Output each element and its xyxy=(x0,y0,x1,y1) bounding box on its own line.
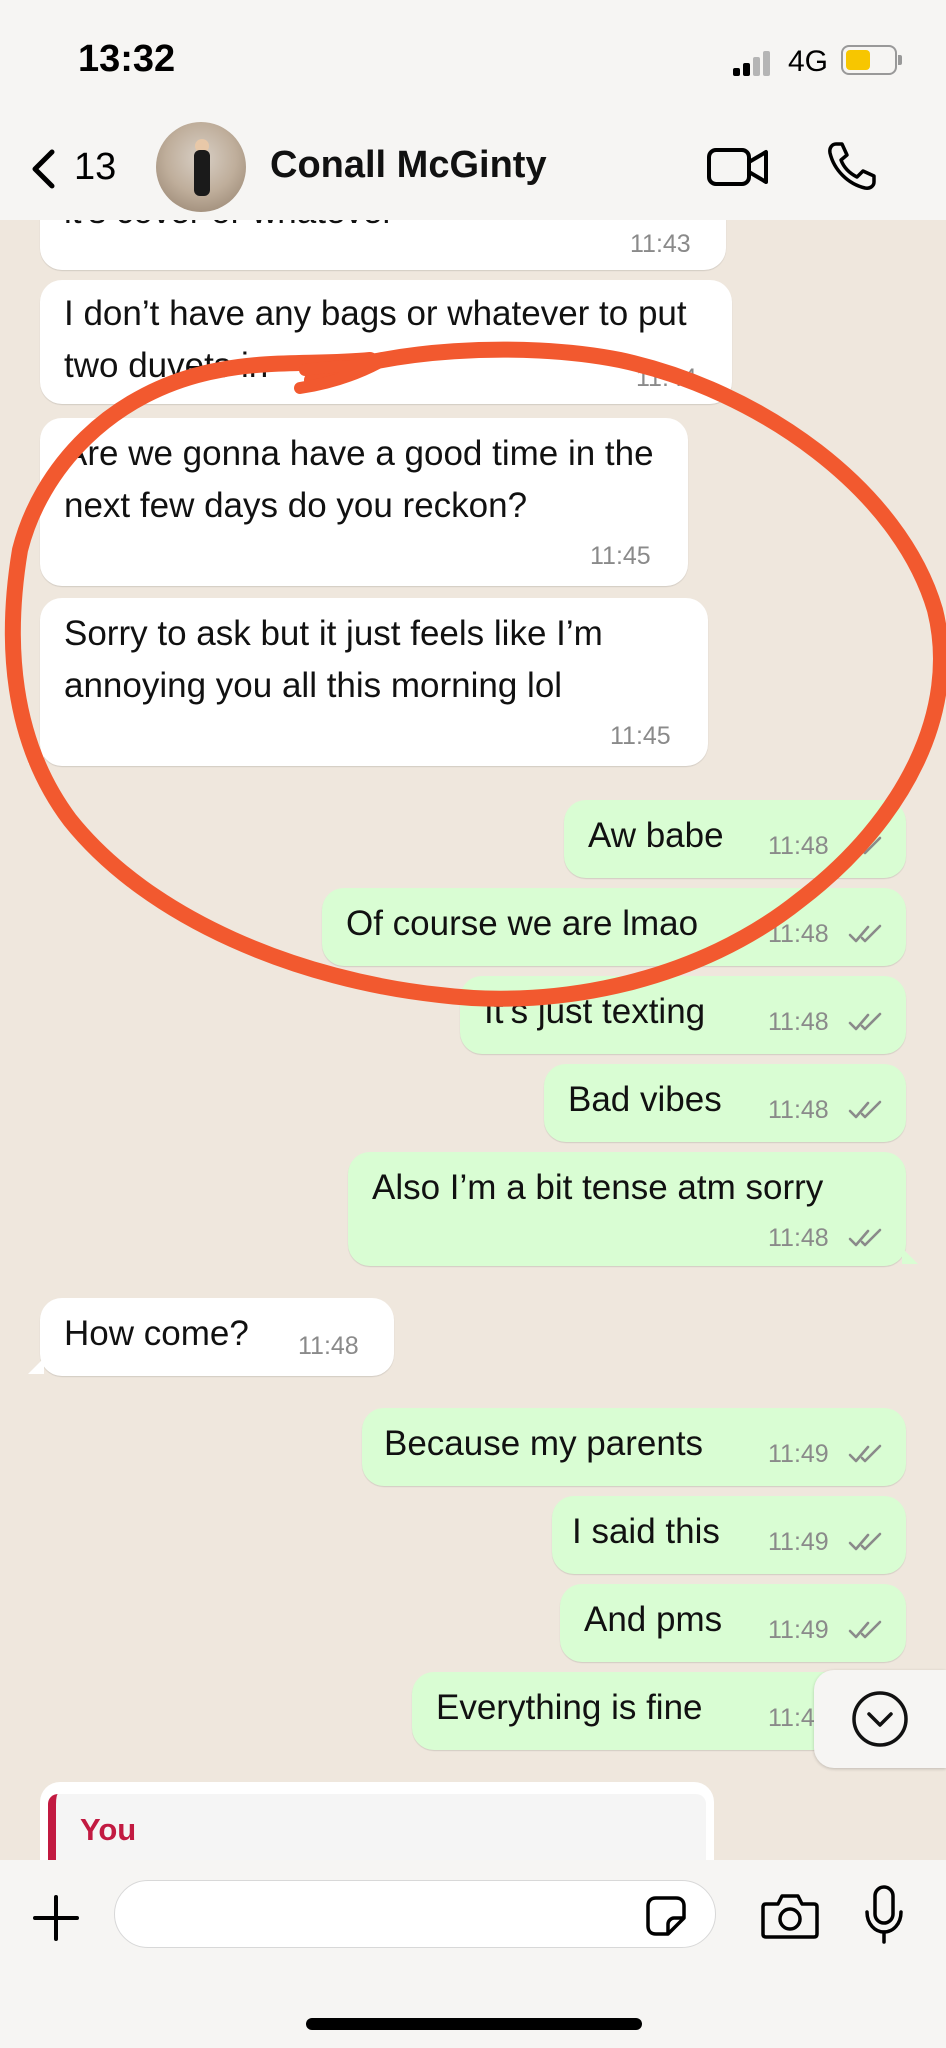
voice-call-button[interactable] xyxy=(824,138,880,194)
message-time: 11:48 xyxy=(768,920,829,948)
sticker-icon xyxy=(646,1896,686,1936)
message-text: I said this xyxy=(572,1512,720,1551)
message-time: 11:48 xyxy=(298,1332,359,1360)
unread-count[interactable]: 13 xyxy=(74,146,116,189)
message-time: 11:49 xyxy=(768,1440,829,1468)
plus-icon xyxy=(33,1895,79,1941)
attach-button[interactable] xyxy=(30,1892,82,1944)
message-text: it’s cover or whatever xyxy=(64,220,394,238)
message-text: Are we gonna have a good time in the nex… xyxy=(64,434,664,525)
voice-message-button[interactable] xyxy=(862,1884,906,1946)
message-text: Everything is fine xyxy=(436,1688,703,1727)
status-time: 13:32 xyxy=(78,38,176,80)
contact-name[interactable]: Conall McGinty xyxy=(270,144,547,187)
message-incoming[interactable]: How come? 11:48 xyxy=(28,1298,394,1376)
message-text: Aw babe xyxy=(588,816,724,855)
mic-icon xyxy=(865,1885,903,1944)
message-time: 11:45 xyxy=(590,542,651,570)
video-call-button[interactable] xyxy=(706,142,770,192)
read-ticks-icon xyxy=(848,1228,882,1247)
message-outgoing[interactable]: Aw babe 11:48 xyxy=(564,800,906,878)
read-ticks-icon xyxy=(848,1444,882,1463)
status-bar: 13:32 4G xyxy=(0,0,946,120)
message-time: 11:48 xyxy=(768,1224,829,1252)
back-chevron-icon xyxy=(32,149,55,189)
scroll-to-bottom-button[interactable] xyxy=(814,1670,946,1768)
signal-icon xyxy=(733,48,773,76)
read-ticks-icon xyxy=(848,1100,882,1119)
message-text: Also I’m a bit tense atm sorry xyxy=(372,1168,824,1207)
back-button[interactable] xyxy=(22,144,72,194)
message-incoming[interactable]: I don’t have any bags or whatever to put… xyxy=(40,280,732,404)
message-outgoing[interactable]: Because my parents 11:49 xyxy=(362,1408,906,1486)
read-ticks-icon xyxy=(848,924,882,943)
message-text: How come? xyxy=(64,1314,249,1353)
quoted-reply: You xyxy=(48,1794,706,1864)
message-time: 11:44 xyxy=(636,364,697,392)
chat-header: 13 Conall McGinty xyxy=(0,120,946,220)
read-ticks-icon xyxy=(848,1532,882,1551)
message-outgoing[interactable]: Bad vibes 11:48 xyxy=(544,1064,906,1142)
message-time: 11:48 xyxy=(768,832,829,860)
message-outgoing[interactable]: I said this 11:49 xyxy=(552,1496,906,1574)
phone-icon xyxy=(828,142,876,190)
avatar[interactable] xyxy=(156,122,246,212)
message-outgoing[interactable]: It’s just texting 11:48 xyxy=(460,976,906,1054)
message-text: And pms xyxy=(584,1600,723,1639)
read-ticks-icon xyxy=(848,836,882,855)
message-time: 11:48 xyxy=(768,1008,829,1036)
message-text: Bad vibes xyxy=(568,1080,722,1119)
bubble-tail xyxy=(28,748,44,764)
read-ticks-icon xyxy=(848,1620,882,1639)
video-call-icon xyxy=(707,148,768,186)
home-indicator xyxy=(306,2018,642,2030)
message-time: 11:48 xyxy=(768,1096,829,1124)
message-input[interactable] xyxy=(114,1880,716,1948)
composer-bar xyxy=(0,1860,946,2048)
reply-sender: You xyxy=(80,1812,137,1847)
bubble-tail xyxy=(28,1358,44,1374)
message-time: 11:49 xyxy=(768,1616,829,1644)
camera-button[interactable] xyxy=(760,1890,820,1942)
sticker-button[interactable] xyxy=(644,1894,688,1938)
battery-icon xyxy=(841,45,902,75)
read-ticks-icon xyxy=(848,1012,882,1031)
message-text: It’s just texting xyxy=(484,992,706,1031)
message-time: 11:49 xyxy=(768,1528,829,1556)
message-text: Because my parents xyxy=(384,1424,704,1463)
camera-icon xyxy=(761,1894,819,1939)
message-list[interactable]: it’s cover or whatever 11:43 I don’t hav… xyxy=(0,220,946,1860)
message-text: Sorry to ask but it just feels like I’m … xyxy=(64,614,613,705)
message-incoming[interactable]: Are we gonna have a good time in the nex… xyxy=(40,418,688,586)
network-label: 4G xyxy=(788,45,829,78)
message-outgoing[interactable]: Of course we are lmao 11:48 xyxy=(322,888,906,966)
message-incoming[interactable]: it’s cover or whatever 11:43 xyxy=(40,220,726,270)
message-text: I don’t have any bags or whatever to put… xyxy=(64,294,697,385)
message-time: 11:45 xyxy=(610,722,671,750)
message-incoming[interactable]: Sorry to ask but it just feels like I’m … xyxy=(28,598,708,766)
chevron-down-icon xyxy=(852,1691,908,1747)
message-outgoing[interactable]: Also I’m a bit tense atm sorry 11:48 xyxy=(348,1152,918,1266)
quoted-reply-card[interactable]: You xyxy=(40,1782,714,1864)
message-outgoing[interactable]: And pms 11:49 xyxy=(560,1584,906,1662)
bubble-tail xyxy=(902,1248,918,1264)
message-text: Of course we are lmao xyxy=(346,904,699,943)
message-time: 11:43 xyxy=(630,230,691,258)
